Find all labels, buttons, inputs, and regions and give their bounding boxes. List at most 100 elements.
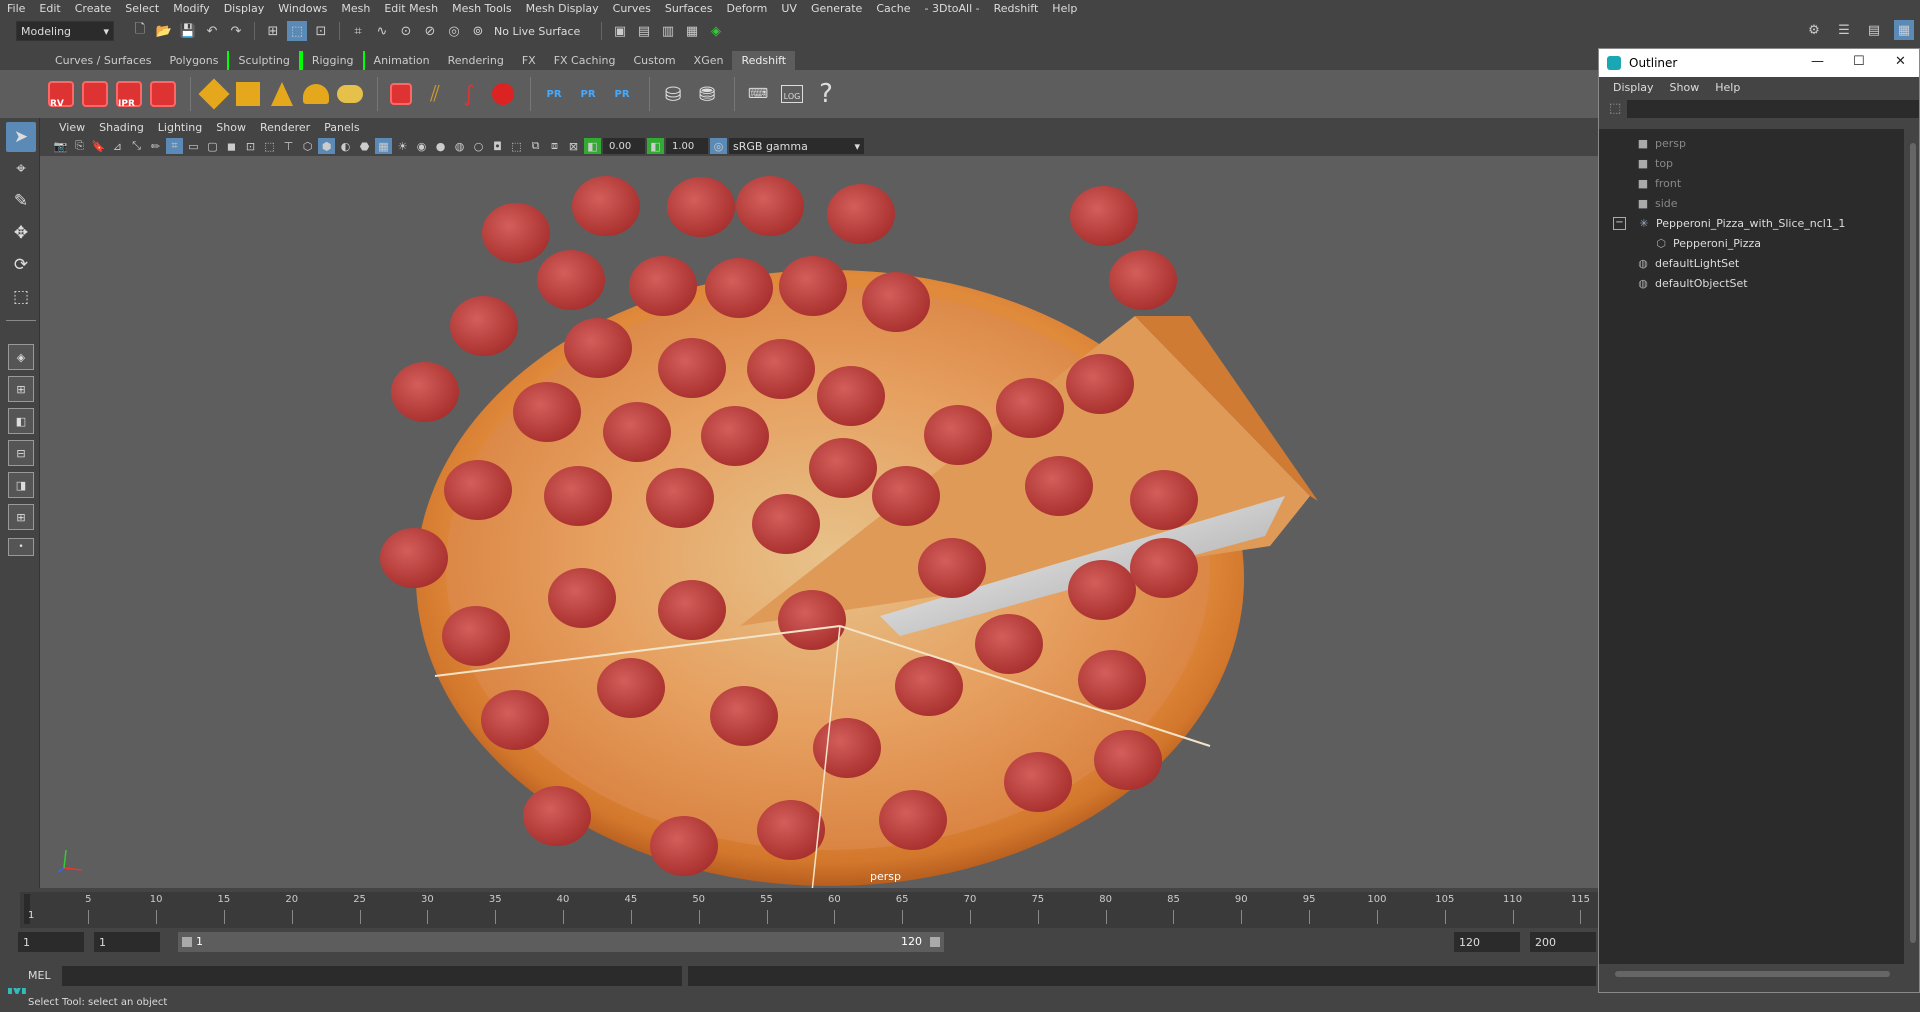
panel-menu-panels[interactable]: Panels (317, 121, 366, 134)
viewport-persp[interactable]: persp (40, 156, 1598, 888)
bookmark-icon[interactable]: 🔖 (90, 138, 107, 154)
pr-export-button[interactable]: PR (539, 77, 569, 111)
select-tool-icon[interactable]: ➤ (6, 122, 36, 152)
modeling-toolkit-icon[interactable]: ⚙ (1804, 20, 1824, 40)
snap-grid-icon[interactable]: ⌗ (348, 21, 368, 41)
pr-import-button[interactable]: PR (573, 77, 603, 111)
hair-button[interactable]: ∫ (454, 77, 484, 111)
view-transform-dropdown[interactable]: sRGB gamma ▾ (729, 138, 864, 154)
outliner-item[interactable]: ◍ defaultObjectSet (1599, 273, 1899, 293)
default-material-icon[interactable]: ◐ (337, 138, 354, 154)
textured-icon[interactable]: ▦ (375, 138, 392, 154)
ipr-render-icon[interactable]: ▥ (658, 21, 678, 41)
rotate-tool-icon[interactable]: ⟳ (6, 250, 36, 280)
area-light-button[interactable] (198, 77, 230, 111)
dome-light-button[interactable] (301, 77, 331, 111)
outliner-item[interactable]: ◍ defaultLightSet (1599, 253, 1899, 273)
resolution-gate-icon[interactable]: ▢ (204, 138, 221, 154)
undo-icon[interactable]: ↶ (202, 21, 222, 41)
menu-set-dropdown[interactable]: Modeling ▾ (16, 21, 114, 41)
camera-attributes-icon[interactable]: ⎘ (71, 138, 88, 154)
script-editor-button[interactable]: ⌨ (743, 77, 773, 111)
snap-point-icon[interactable]: ⊙ (396, 21, 416, 41)
isolate-select-icon[interactable]: ⬚ (508, 138, 525, 154)
save-scene-icon[interactable]: 💾 (178, 21, 198, 41)
shelf-tab-polygons[interactable]: Polygons (161, 51, 228, 70)
exposure-toggle-icon[interactable]: ◧ (584, 138, 601, 154)
shelf-tab-rendering[interactable]: Rendering (439, 51, 513, 70)
redshift-ipr-button[interactable]: IPR (114, 77, 144, 111)
persp-outliner-graph-layout-icon[interactable]: ⊞ (8, 504, 34, 530)
shelf-tab-redshift[interactable]: Redshift (732, 51, 796, 70)
menu-windows[interactable]: Windows (271, 0, 334, 17)
paint-select-tool-icon[interactable]: ✎ (6, 186, 36, 216)
wireframe-on-shaded-icon[interactable]: ⬣ (356, 138, 373, 154)
menu-redshift[interactable]: Redshift (987, 0, 1046, 17)
outliner-title-bar[interactable]: Outliner — ☐ ✕ (1599, 49, 1919, 77)
shelf-tab-animation[interactable]: Animation (365, 51, 439, 70)
volume-button[interactable]: ⫽ (420, 77, 450, 111)
gate-mask-icon[interactable]: ◼ (223, 138, 240, 154)
channel-box-icon[interactable]: ▦ (1894, 20, 1914, 40)
panel-menu-renderer[interactable]: Renderer (253, 121, 317, 134)
attribute-editor-icon[interactable]: ☰ (1834, 20, 1854, 40)
color-management-icon[interactable]: ◎ (710, 138, 727, 154)
menu-3dtoall[interactable]: - 3DtoAll - (918, 0, 987, 17)
menu-modify[interactable]: Modify (166, 0, 216, 17)
shelf-tab-curves-surfaces[interactable]: Curves / Surfaces (46, 51, 161, 70)
proxy-button[interactable] (386, 77, 416, 111)
outliner-item[interactable]: ■ front (1599, 173, 1899, 193)
menu-mesh-display[interactable]: Mesh Display (519, 0, 606, 17)
motion-blur-icon[interactable]: ◍ (451, 138, 468, 154)
log-button[interactable]: LOG (777, 77, 807, 111)
side-by-side-layout-icon[interactable]: ◧ (8, 408, 34, 434)
select-camera-icon[interactable]: 📷 (52, 138, 69, 154)
collapse-icon[interactable]: − (1613, 216, 1626, 230)
menu-generate[interactable]: Generate (804, 0, 869, 17)
persp-outliner-layout-icon[interactable]: ◨ (8, 472, 34, 498)
outliner-search-input[interactable] (1627, 100, 1919, 118)
safe-action-icon[interactable]: ⬚ (261, 138, 278, 154)
shelf-tab-sculpting[interactable]: Sculpting (227, 51, 301, 70)
use-all-lights-icon[interactable]: ☀ (394, 138, 411, 154)
scrollbar-thumb[interactable] (1910, 143, 1916, 943)
select-component-icon[interactable]: ⊡ (311, 21, 331, 41)
four-view-layout-icon[interactable]: ⊞ (8, 376, 34, 402)
gamma-field[interactable]: 1.00 (666, 138, 708, 154)
redshift-settings-button[interactable] (148, 77, 178, 111)
anti-aliasing-icon[interactable]: ○ (470, 138, 487, 154)
single-perspective-layout-icon[interactable]: ◈ (8, 344, 34, 370)
menu-surfaces[interactable]: Surfaces (658, 0, 720, 17)
snap-curve-icon[interactable]: ∿ (372, 21, 392, 41)
redo-icon[interactable]: ↷ (226, 21, 246, 41)
move-tool-icon[interactable]: ✥ (6, 218, 36, 248)
help-button[interactable]: ? (811, 77, 841, 111)
menu-mesh-tools[interactable]: Mesh Tools (445, 0, 519, 17)
mel-language-toggle[interactable]: MEL (28, 969, 51, 982)
open-scene-icon[interactable]: 📂 (154, 21, 174, 41)
render-frame-icon[interactable]: ▤ (634, 21, 654, 41)
persp-graph-layout-icon[interactable]: ⊟ (8, 440, 34, 466)
screen-space-ao-icon[interactable]: ● (432, 138, 449, 154)
snap-surface-icon[interactable]: ◎ (444, 21, 464, 41)
menu-create[interactable]: Create (68, 0, 119, 17)
depth-of-field-icon[interactable]: ◘ (489, 138, 506, 154)
outliner-item[interactable]: ■ side (1599, 193, 1899, 213)
image-plane-icon[interactable]: ⊿ (109, 138, 126, 154)
smooth-shade-icon[interactable]: ⬢ (318, 138, 335, 154)
mel-command-input[interactable] (62, 966, 682, 986)
scale-tool-icon[interactable]: ⬚ (6, 282, 36, 312)
sun-sky-button[interactable] (335, 77, 365, 111)
outliner-item[interactable]: ⬡ Pepperoni_Pizza (1599, 233, 1899, 253)
range-end-handle[interactable] (930, 937, 940, 947)
render-view-icon[interactable]: ▣ (610, 21, 630, 41)
field-chart-icon[interactable]: ⊡ (242, 138, 259, 154)
shelf-tab-rigging[interactable]: Rigging (300, 51, 365, 70)
playback-start-field[interactable]: 1 (94, 932, 160, 952)
bake-settings-button[interactable]: ⛃ (692, 77, 722, 111)
range-slider[interactable]: 1 120 (178, 932, 944, 952)
xray-icon[interactable]: ⧉ (527, 138, 544, 154)
live-surface-label[interactable]: No Live Surface (490, 21, 595, 41)
menu-curves[interactable]: Curves (606, 0, 658, 17)
sphere-material-button[interactable] (488, 77, 518, 111)
